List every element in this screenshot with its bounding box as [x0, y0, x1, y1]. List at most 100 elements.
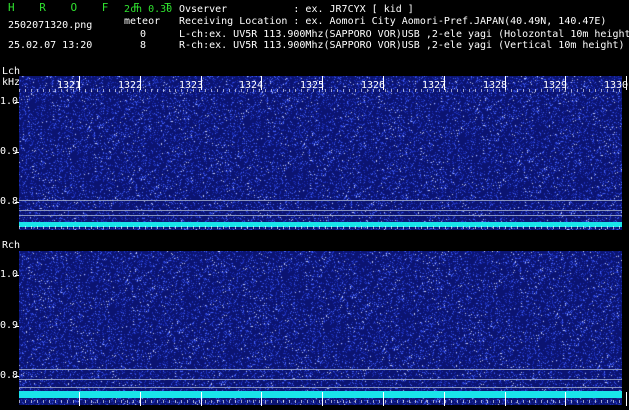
- minor-tick: [469, 400, 470, 403]
- minor-tick: [109, 89, 110, 92]
- minor-tick: [457, 89, 458, 92]
- minor-tick: [31, 226, 32, 229]
- minor-tick: [367, 400, 368, 403]
- minor-tick: [619, 89, 620, 92]
- minor-tick: [355, 89, 356, 92]
- minor-tick: [487, 89, 488, 92]
- minor-tick: [277, 226, 278, 229]
- minor-tick: [481, 89, 482, 92]
- minor-tick: [433, 226, 434, 229]
- minor-tick: [565, 400, 566, 403]
- minor-tick: [169, 400, 170, 403]
- observer-line: Ovserver : ex. JR7CYX [ kid ]: [179, 4, 414, 15]
- minor-tick: [349, 226, 350, 229]
- minor-tick: [403, 226, 404, 229]
- lch-marker-line: [19, 200, 622, 201]
- minor-tick: [427, 89, 428, 92]
- minor-tick: [49, 226, 50, 229]
- minor-tick: [301, 226, 302, 229]
- minor-tick: [61, 226, 62, 229]
- minor-tick: [235, 226, 236, 229]
- minor-tick: [469, 89, 470, 92]
- minor-tick: [199, 89, 200, 92]
- minor-tick: [253, 89, 254, 92]
- minor-tick: [595, 89, 596, 92]
- minor-tick: [493, 89, 494, 92]
- minute-tick: [505, 76, 506, 90]
- minor-tick: [235, 400, 236, 403]
- minor-tick: [511, 89, 512, 92]
- minor-tick: [277, 89, 278, 92]
- minute-tick: [261, 76, 262, 90]
- minor-tick: [169, 226, 170, 229]
- minor-tick: [547, 400, 548, 403]
- minor-tick: [25, 226, 26, 229]
- minor-tick: [235, 89, 236, 92]
- rch-marker-line: [19, 379, 622, 380]
- minor-tick: [115, 226, 116, 229]
- minor-tick: [121, 89, 122, 92]
- minor-tick: [325, 226, 326, 229]
- minor-tick: [217, 226, 218, 229]
- minute-tick: [140, 76, 141, 90]
- minor-tick: [289, 400, 290, 403]
- minor-tick: [589, 89, 590, 92]
- minor-tick: [511, 226, 512, 229]
- minor-tick: [37, 89, 38, 92]
- minor-tick: [37, 400, 38, 403]
- minor-tick: [127, 226, 128, 229]
- minor-tick: [541, 89, 542, 92]
- minor-tick: [397, 400, 398, 403]
- minor-tick: [103, 226, 104, 229]
- minor-tick: [499, 226, 500, 229]
- minor-tick: [463, 400, 464, 403]
- lch-unit-label: kHz: [2, 77, 21, 88]
- minor-tick: [271, 89, 272, 92]
- minute-tick: [322, 76, 323, 90]
- minor-tick: [409, 400, 410, 403]
- minor-tick: [127, 89, 128, 92]
- minor-tick: [433, 400, 434, 403]
- minor-tick: [343, 226, 344, 229]
- minor-tick: [571, 400, 572, 403]
- meteor-count-rch: 8: [140, 40, 147, 51]
- minor-tick: [607, 89, 608, 92]
- minor-tick: [379, 400, 380, 403]
- minor-tick: [331, 400, 332, 403]
- minor-tick: [37, 226, 38, 229]
- time-label: 1327: [422, 80, 447, 91]
- minor-tick: [463, 226, 464, 229]
- minor-tick: [229, 400, 230, 403]
- minor-tick: [229, 89, 230, 92]
- minor-tick: [199, 400, 200, 403]
- minor-tick: [283, 400, 284, 403]
- minor-tick: [379, 89, 380, 92]
- minor-tick: [403, 400, 404, 403]
- minute-tick: [565, 392, 566, 406]
- minor-tick: [493, 226, 494, 229]
- minor-tick: [25, 400, 26, 403]
- minor-tick: [337, 226, 338, 229]
- minor-tick: [481, 226, 482, 229]
- minor-tick: [427, 226, 428, 229]
- minor-tick: [565, 226, 566, 229]
- minor-tick: [391, 226, 392, 229]
- minor-tick: [169, 89, 170, 92]
- minor-tick: [277, 400, 278, 403]
- minor-tick: [415, 226, 416, 229]
- minor-tick: [421, 226, 422, 229]
- minor-tick: [31, 400, 32, 403]
- minor-tick: [559, 400, 560, 403]
- minor-tick: [91, 89, 92, 92]
- minor-tick: [517, 226, 518, 229]
- minor-tick: [475, 89, 476, 92]
- meteor-label: meteor: [124, 16, 161, 27]
- minute-tick: [383, 392, 384, 406]
- minor-tick: [439, 226, 440, 229]
- minute-tick: [261, 392, 262, 406]
- minor-tick: [241, 226, 242, 229]
- minor-tick: [595, 226, 596, 229]
- minor-tick: [577, 226, 578, 229]
- minute-tick: [201, 392, 202, 406]
- minor-tick: [55, 89, 56, 92]
